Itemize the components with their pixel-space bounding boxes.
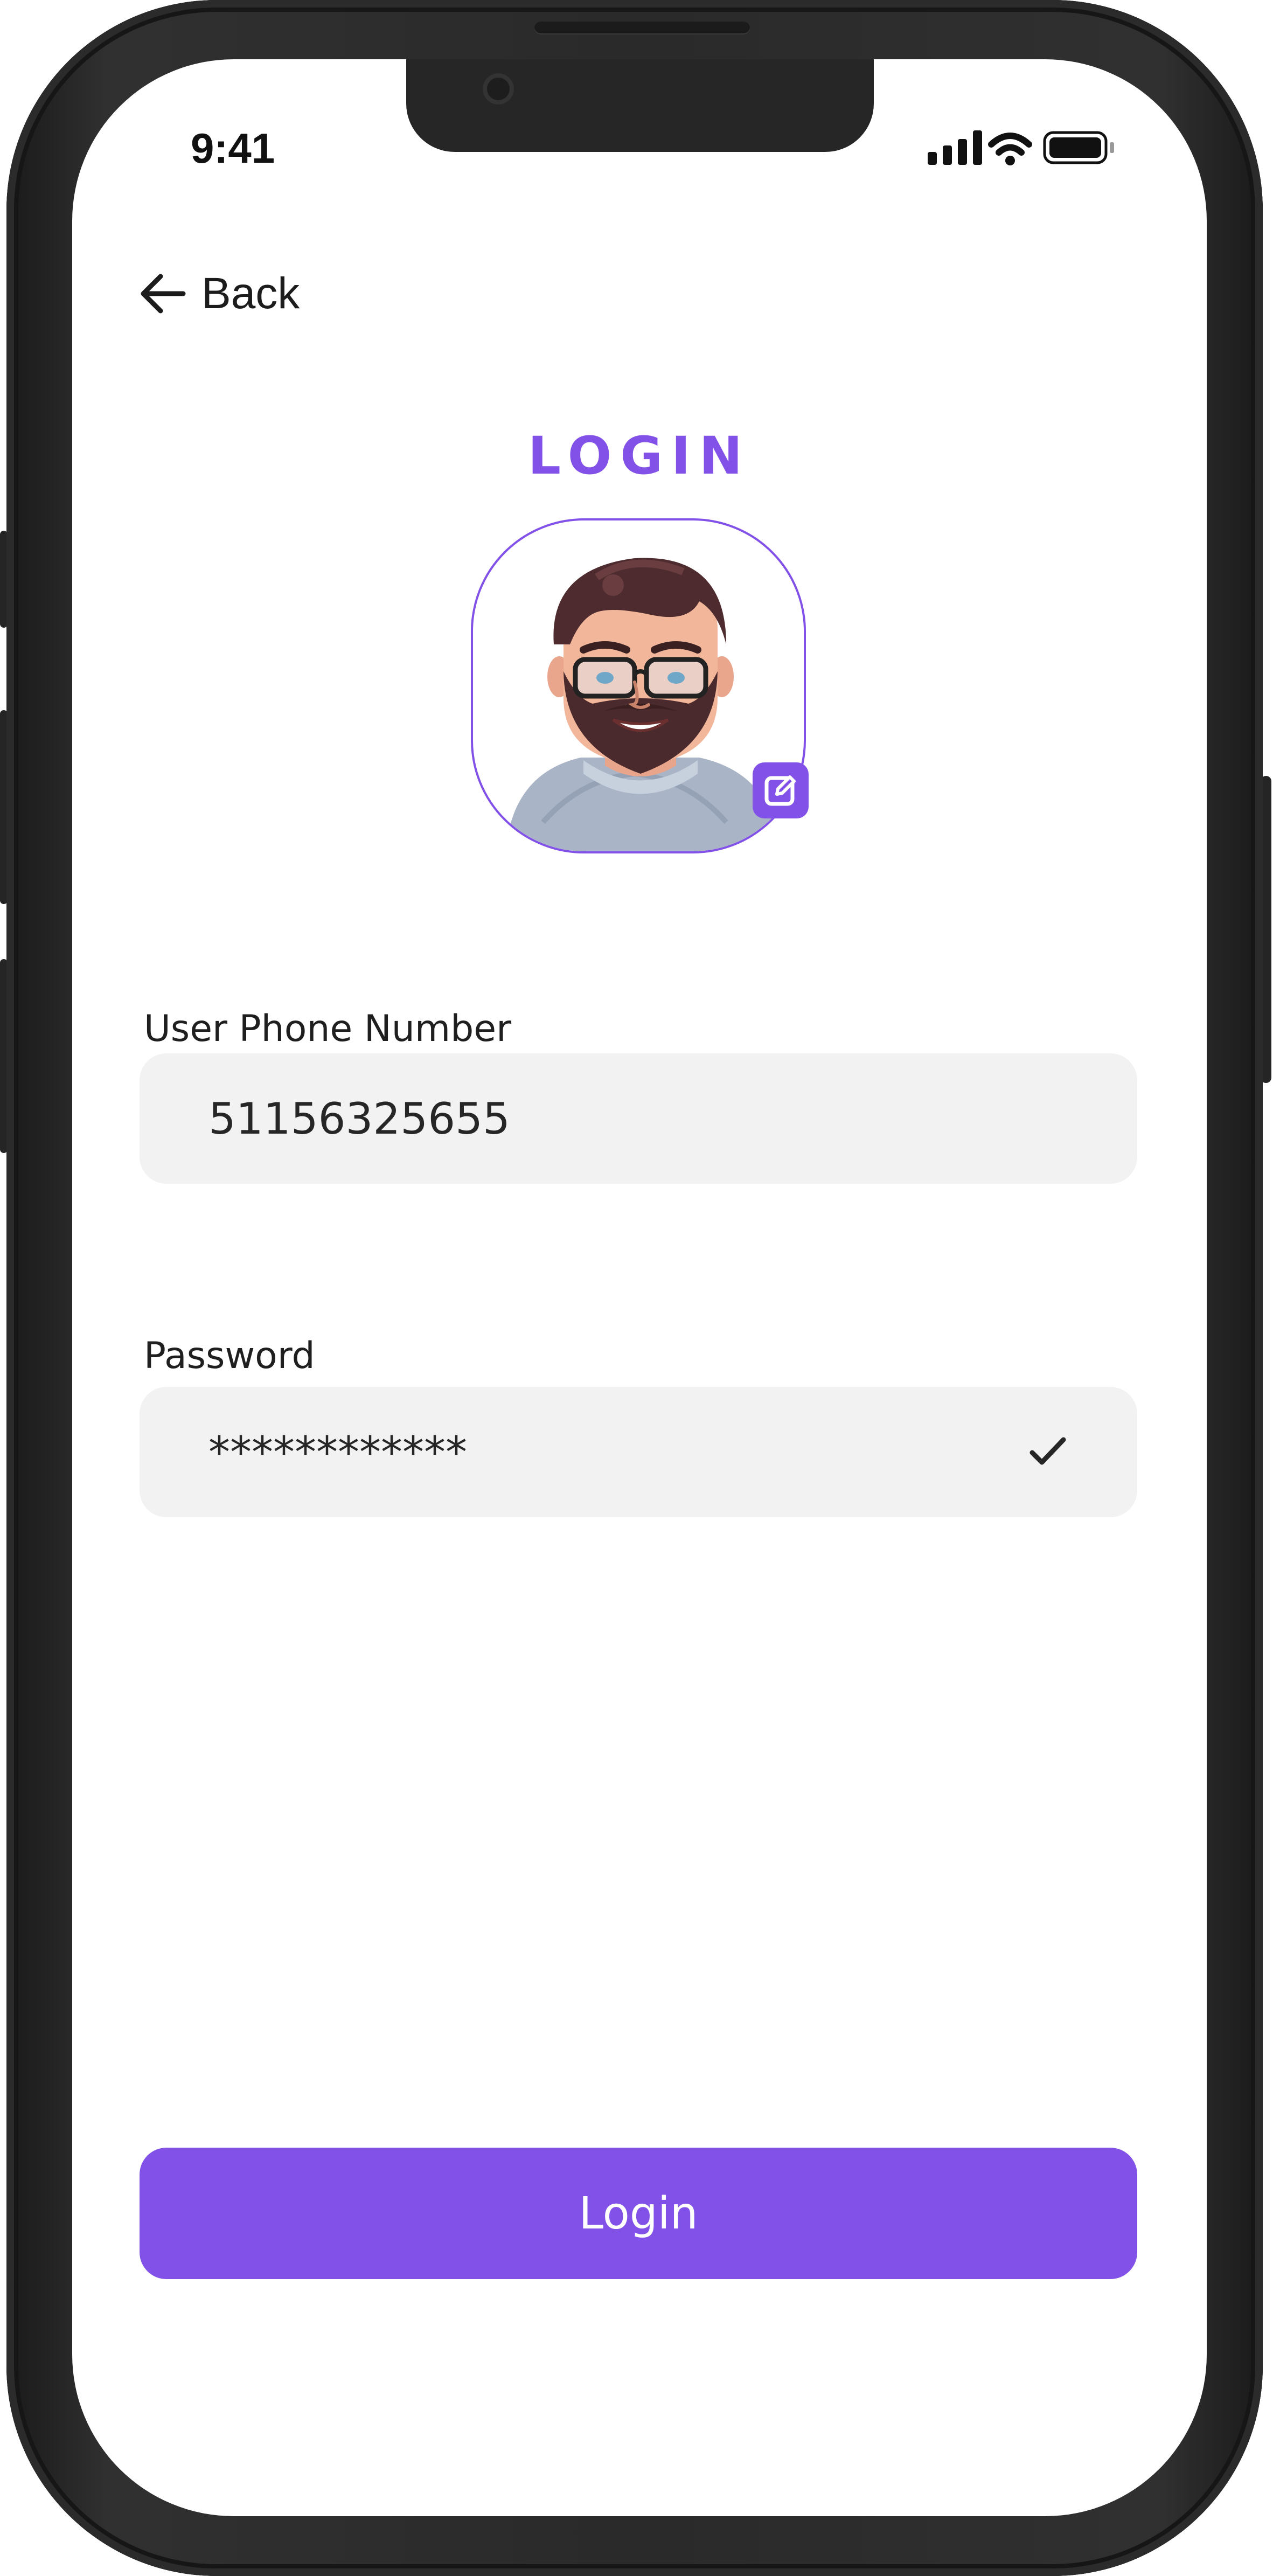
back-button[interactable]: Back — [137, 259, 363, 329]
password-field[interactable] — [140, 1387, 1137, 1517]
page-title: LOGIN — [527, 426, 752, 486]
status-time: 9:41 — [191, 124, 275, 172]
check-icon — [1022, 1426, 1074, 1477]
profile-avatar — [471, 518, 811, 863]
phone-field[interactable] — [140, 1053, 1137, 1184]
password-input[interactable] — [208, 1427, 990, 1477]
wifi-icon — [988, 133, 1032, 165]
edit-icon — [764, 775, 796, 806]
front-camera — [483, 73, 514, 105]
cellular-signal-icon — [928, 130, 982, 165]
battery-icon — [1043, 131, 1114, 164]
phone-input[interactable] — [208, 1093, 990, 1144]
status-icons — [928, 123, 1122, 171]
phone-frame: 9:41 Back LOGIN User Phone Number 511563… — [6, 0, 1263, 2576]
notch — [406, 59, 874, 152]
speaker-grille — [534, 22, 750, 34]
status-icon-group — [928, 130, 1114, 165]
phone-screen: 9:41 Back LOGIN User Phone Number 511563… — [72, 59, 1207, 2516]
phone-field-label: User Phone Number — [144, 1008, 512, 1050]
device-canvas: 9:41 Back LOGIN User Phone Number 511563… — [0, 0, 1273, 2576]
password-field-label: Password — [144, 1335, 315, 1377]
back-label: Back — [201, 269, 300, 318]
login-button[interactable]: Login — [140, 2148, 1137, 2279]
arrow-left-icon — [137, 268, 189, 320]
edit-avatar-button[interactable] — [753, 762, 809, 818]
